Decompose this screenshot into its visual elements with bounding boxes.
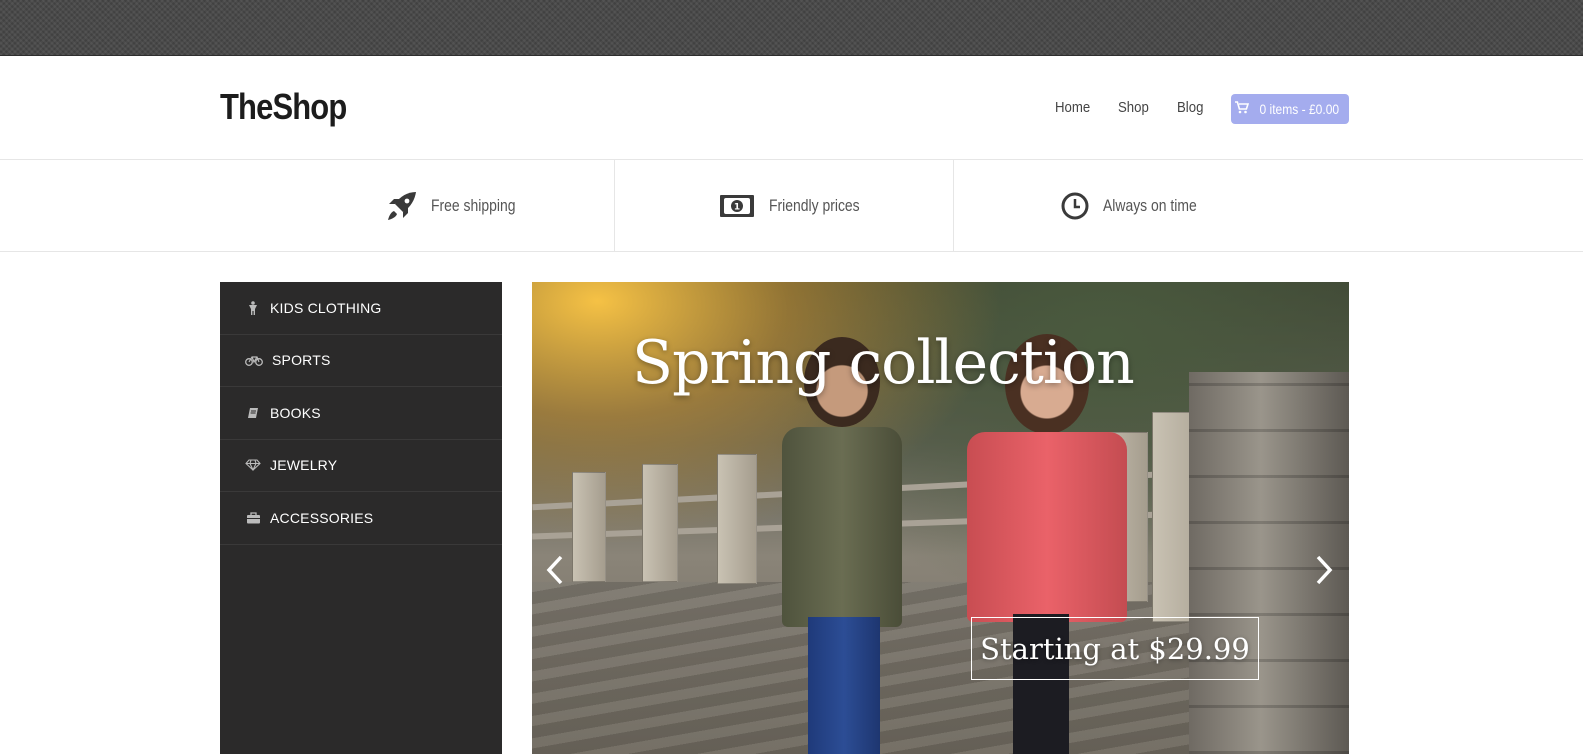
- feature-label: Friendly prices: [769, 196, 860, 215]
- cart-button[interactable]: 0 items - £0.00: [1231, 94, 1349, 124]
- money-icon: 1: [719, 194, 755, 218]
- clock-icon: [1061, 192, 1089, 220]
- sidebar-item-accessories[interactable]: ACCESSORIES: [220, 492, 502, 545]
- hero-price-box[interactable]: Starting at $29.99: [971, 617, 1259, 680]
- rocket-icon: [386, 191, 417, 221]
- sidebar-item-jewelry[interactable]: JEWELRY: [220, 440, 502, 492]
- feature-always-on-time: Always on time: [1061, 160, 1217, 252]
- cart-label: 0 items - £0.00: [1259, 101, 1339, 117]
- briefcase-icon: [244, 512, 262, 524]
- category-sidebar: KIDS CLOTHING SPORTS BOOKS JEWELRY ACCES…: [220, 282, 502, 754]
- feature-divider: [614, 160, 615, 252]
- chevron-right-icon: [1316, 555, 1333, 585]
- sidebar-item-sports[interactable]: SPORTS: [220, 335, 502, 387]
- feature-divider: [953, 160, 954, 252]
- sidebar-item-label: BOOKS: [270, 404, 321, 421]
- feature-friendly-prices: 1 Friendly prices: [719, 160, 880, 252]
- site-logo[interactable]: TheShop: [220, 86, 347, 128]
- features-bar: Free shipping 1 Friendly prices Always o…: [0, 160, 1583, 252]
- sidebar-item-label: SPORTS: [272, 352, 331, 369]
- bicycle-icon: [244, 355, 264, 366]
- slider-next-button[interactable]: [1309, 552, 1339, 588]
- chevron-left-icon: [546, 555, 563, 585]
- child-icon: [244, 300, 262, 315]
- sidebar-item-kids-clothing[interactable]: KIDS CLOTHING: [220, 282, 502, 335]
- nav-home-link[interactable]: Home: [1055, 99, 1090, 116]
- nav-blog-link[interactable]: Blog: [1177, 99, 1203, 116]
- nav-shop-link[interactable]: Shop: [1118, 99, 1149, 116]
- sidebar-item-label: JEWELRY: [270, 457, 338, 474]
- shopping-cart-icon: [1234, 101, 1249, 117]
- site-header: TheShop Home Shop Blog 0 items - £0.00: [0, 56, 1583, 160]
- diamond-icon: [244, 459, 262, 472]
- sidebar-item-label: KIDS CLOTHING: [270, 299, 382, 316]
- feature-label: Always on time: [1103, 196, 1197, 215]
- svg-text:1: 1: [734, 203, 740, 213]
- sidebar-item-label: ACCESSORIES: [270, 509, 374, 526]
- sidebar-item-books[interactable]: BOOKS: [220, 387, 502, 440]
- book-icon: [244, 407, 262, 419]
- top-decorative-strip: [0, 0, 1583, 56]
- feature-free-shipping: Free shipping: [386, 160, 534, 252]
- hero-title: Spring collection: [632, 328, 1135, 398]
- hero-slider: Spring collection Starting at $29.99: [532, 282, 1349, 754]
- feature-label: Free shipping: [431, 196, 516, 215]
- slider-prev-button[interactable]: [540, 552, 570, 588]
